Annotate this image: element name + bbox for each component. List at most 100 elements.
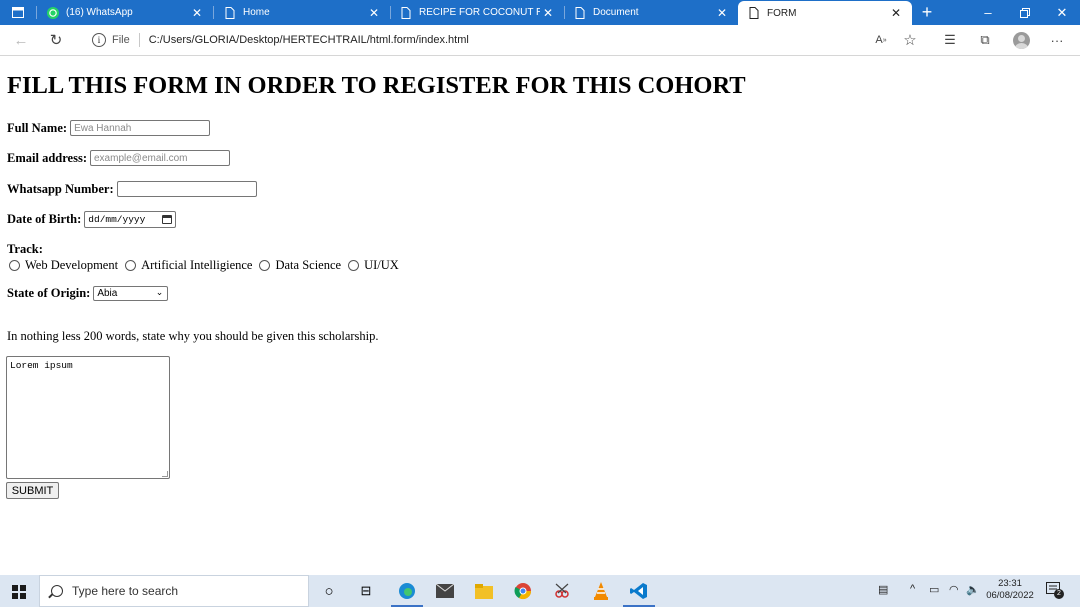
tab-home[interactable]: Home ✕ xyxy=(214,0,390,25)
date-placeholder: dd/mm/yyyy xyxy=(88,214,146,225)
date-of-birth-input[interactable]: dd/mm/yyyy xyxy=(84,211,177,228)
window-close-icon[interactable]: ✕ xyxy=(1044,0,1080,25)
address-url: C:/Users/GLORIA/Desktop/HERTECHTRAIL/htm… xyxy=(148,34,469,46)
track-options: Web Development Artificial Intelligience… xyxy=(9,258,406,273)
minimize-icon[interactable]: – xyxy=(970,0,1006,25)
tab-whatsapp[interactable]: (16) WhatsApp ✕ xyxy=(37,0,213,25)
file-explorer-icon[interactable] xyxy=(473,580,495,602)
favorites-icon[interactable]: ☰ xyxy=(938,29,962,51)
page-title: FILL THIS FORM IN ORDER TO REGISTER FOR … xyxy=(7,72,746,99)
state-row: State of Origin: Abia ⌄ xyxy=(7,286,169,301)
dob-label: Date of Birth: xyxy=(7,212,82,226)
whatsapp-icon xyxy=(47,6,59,19)
resize-handle-icon[interactable] xyxy=(162,471,168,477)
close-icon[interactable]: ✕ xyxy=(714,6,730,20)
chevron-up-icon[interactable]: ^ xyxy=(910,583,915,595)
wifi-icon[interactable]: ◠ xyxy=(949,583,959,596)
address-scheme: File xyxy=(112,34,130,46)
page-content: FILL THIS FORM IN ORDER TO REGISTER FOR … xyxy=(0,57,1080,575)
tab-recipe[interactable]: RECIPE FOR COCONUT RECIP ✕ xyxy=(390,0,564,25)
search-icon xyxy=(51,585,63,597)
volume-icon[interactable]: 🔈 xyxy=(966,583,980,596)
tab-form[interactable]: FORM ✕ xyxy=(738,1,912,25)
whatsapp-row: Whatsapp Number: xyxy=(7,181,257,197)
track-label-row: Track: xyxy=(7,242,46,257)
state-of-origin-select[interactable]: Abia ⌄ xyxy=(93,286,169,301)
clock-date: 06/08/2022 xyxy=(986,590,1034,601)
vlc-icon[interactable] xyxy=(590,580,612,602)
tab-document[interactable]: Document ✕ xyxy=(564,0,738,25)
windows-start-icon[interactable] xyxy=(12,585,26,599)
close-icon[interactable]: ✕ xyxy=(540,6,556,20)
radio-label: Web Development xyxy=(25,258,119,272)
full-name-label: Full Name: xyxy=(7,120,68,135)
avatar[interactable] xyxy=(1013,32,1030,49)
radio-label: Data Science xyxy=(275,258,342,272)
submit-button[interactable]: SUBMIT xyxy=(6,482,59,499)
dob-row: Date of Birth: dd/mm/yyyy xyxy=(7,211,177,228)
battery-icon[interactable]: ▭ xyxy=(929,583,939,596)
essay-prompt: In nothing less 200 words, state why you… xyxy=(7,329,379,343)
snip-tool-icon[interactable] xyxy=(551,580,573,602)
state-label: State of Origin: xyxy=(7,286,91,300)
windows-taskbar: Type here to search ○ ⊟ ▤ ^ ▭ ◠ 🔈 23:31 … xyxy=(0,575,1080,607)
more-options-icon[interactable]: ··· xyxy=(1045,29,1069,51)
tab-label: Document xyxy=(593,7,639,18)
radio-web-development[interactable] xyxy=(9,260,20,271)
collections-icon[interactable]: ⧉ xyxy=(973,29,997,51)
restore-icon[interactable] xyxy=(1007,0,1043,25)
mail-icon[interactable] xyxy=(434,580,456,602)
read-aloud-icon[interactable]: A» xyxy=(869,29,893,51)
tab-actions-icon[interactable] xyxy=(0,0,36,25)
calendar-icon[interactable] xyxy=(162,215,173,224)
cortana-icon[interactable]: ○ xyxy=(318,580,340,602)
edge-icon[interactable] xyxy=(391,580,423,607)
info-icon[interactable]: i xyxy=(92,33,106,47)
essay-textarea[interactable]: Lorem ipsum xyxy=(6,356,170,479)
back-icon[interactable]: ← xyxy=(9,29,33,51)
page-icon xyxy=(575,6,585,19)
tab-label: Home xyxy=(243,7,270,18)
page-icon xyxy=(401,6,411,19)
close-icon[interactable]: ✕ xyxy=(189,6,205,20)
email-label: Email address: xyxy=(7,150,87,165)
task-view-icon[interactable]: ⊟ xyxy=(355,580,377,602)
radio-artificial-intelligence[interactable] xyxy=(125,260,137,271)
track-label: Track: xyxy=(7,242,43,256)
close-icon[interactable]: ✕ xyxy=(888,6,904,20)
browser-toolbar: ← ↻ i File C:/Users/GLORIA/Desktop/HERTE… xyxy=(0,25,1080,56)
radio-ui-ux[interactable] xyxy=(348,260,360,271)
clock-time: 23:31 xyxy=(998,578,1022,589)
chrome-icon[interactable] xyxy=(512,580,534,602)
email-field[interactable] xyxy=(90,150,230,166)
page-icon xyxy=(225,6,235,19)
address-bar[interactable]: i File C:/Users/GLORIA/Desktop/HERTECHTR… xyxy=(80,29,860,51)
vscode-icon[interactable] xyxy=(623,580,655,607)
email-row: Email address: xyxy=(7,150,230,166)
whatsapp-number-input[interactable] xyxy=(116,181,257,197)
tab-label: FORM xyxy=(767,7,797,19)
browser-tab-strip: (16) WhatsApp ✕ Home ✕ RECIPE FOR COCONU… xyxy=(0,0,1080,25)
keyboard-icon[interactable]: ▤ xyxy=(878,583,888,596)
search-placeholder: Type here to search xyxy=(72,584,179,598)
notifications-icon[interactable]: 2 xyxy=(1046,582,1064,601)
radio-label: UI/UX xyxy=(364,258,399,272)
radio-label: Artificial Intelligience xyxy=(141,258,253,272)
notification-count-badge: 2 xyxy=(1054,589,1064,599)
close-icon[interactable]: ✕ xyxy=(366,6,382,20)
tab-label: RECIPE FOR COCONUT RECIP xyxy=(419,7,540,18)
full-name-row: Full Name: xyxy=(7,120,211,136)
refresh-icon[interactable]: ↻ xyxy=(44,29,68,51)
whatsapp-label: Whatsapp Number: xyxy=(7,181,114,196)
tab-label: (16) WhatsApp xyxy=(66,7,133,18)
state-selected-value: Abia xyxy=(97,288,118,299)
essay-text: Lorem ipsum xyxy=(10,360,73,371)
add-favorite-icon[interactable]: ☆ xyxy=(898,29,922,51)
chevron-down-icon: ⌄ xyxy=(155,287,164,297)
taskbar-clock[interactable]: 23:31 06/08/2022 xyxy=(982,578,1038,602)
full-name-input[interactable] xyxy=(70,120,211,136)
new-tab-button[interactable]: + xyxy=(910,0,944,25)
page-icon xyxy=(749,7,759,19)
radio-data-science[interactable] xyxy=(259,260,271,271)
taskbar-search-box[interactable]: Type here to search xyxy=(39,575,309,607)
